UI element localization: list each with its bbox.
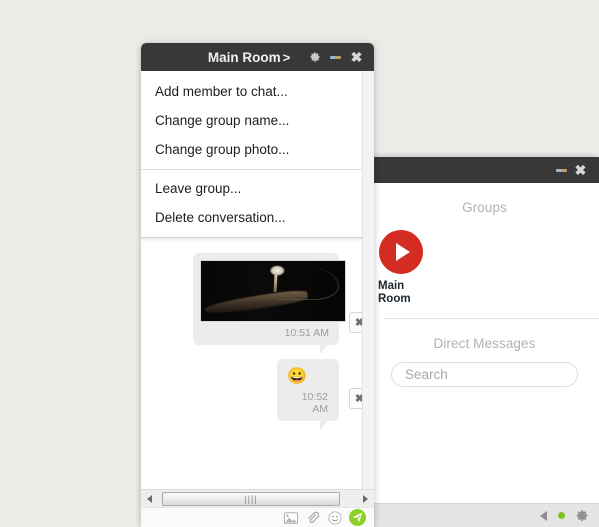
play-icon bbox=[379, 230, 423, 274]
horizontal-scrollbar[interactable]: |||| bbox=[141, 489, 374, 507]
chat-title[interactable]: Main Room > bbox=[141, 50, 305, 65]
scrollbar-track[interactable]: |||| bbox=[157, 491, 358, 507]
contacts-body: Groups Main Room Direct Messages bbox=[370, 183, 599, 527]
scroll-left-button[interactable] bbox=[142, 491, 157, 507]
chat-window: Main Room > ✖ 10:51 AM ✖ 😀 10:52 AM ✖ Ad… bbox=[141, 43, 374, 527]
chat-window-buttons: ✖ bbox=[305, 48, 374, 66]
close-button[interactable]: ✖ bbox=[347, 48, 366, 66]
minimize-icon bbox=[556, 168, 567, 172]
chat-titlebar[interactable]: Main Room > ✖ bbox=[141, 43, 374, 71]
emoji-grinning-icon: 😀 bbox=[287, 368, 307, 385]
group-context-menu: Add member to chat... Change group name.… bbox=[141, 71, 374, 238]
message-photo[interactable] bbox=[200, 260, 346, 322]
compose-toolbar bbox=[141, 507, 374, 527]
send-icon[interactable] bbox=[349, 509, 366, 526]
message-row: 😀 10:52 AM ✖ bbox=[141, 359, 374, 430]
status-dot-icon[interactable] bbox=[558, 512, 565, 519]
menu-item-add-member[interactable]: Add member to chat... bbox=[141, 77, 374, 106]
contacts-titlebar[interactable]: ✖ bbox=[370, 157, 599, 183]
search-input[interactable] bbox=[391, 362, 578, 387]
contacts-window: ✖ Groups Main Room Direct Messages bbox=[370, 157, 599, 527]
message-bubble-emoji[interactable]: 😀 10:52 AM bbox=[277, 359, 339, 430]
menu-item-change-group-photo[interactable]: Change group photo... bbox=[141, 135, 374, 164]
gear-icon[interactable] bbox=[576, 509, 589, 522]
minimize-icon bbox=[330, 55, 341, 59]
message-row: 10:51 AM ✖ bbox=[141, 253, 374, 354]
chat-title-text: Main Room bbox=[207, 49, 281, 65]
search-wrapper bbox=[370, 356, 599, 387]
close-button[interactable]: ✖ bbox=[571, 161, 590, 179]
direct-messages-heading: Direct Messages bbox=[433, 336, 536, 351]
group-item-main-room[interactable]: Main Room bbox=[377, 230, 433, 306]
paperclip-icon[interactable] bbox=[305, 510, 320, 525]
scrollbar-thumb[interactable]: |||| bbox=[162, 491, 340, 506]
message-bubble-image[interactable]: 10:51 AM bbox=[193, 253, 346, 354]
close-icon: ✖ bbox=[574, 162, 587, 178]
minimize-button[interactable] bbox=[552, 161, 571, 179]
speaker-icon[interactable] bbox=[540, 510, 547, 521]
scroll-right-button[interactable] bbox=[358, 491, 373, 507]
message-timestamp: 10:52 AM bbox=[301, 391, 328, 415]
message-timestamp: 10:51 AM bbox=[284, 327, 329, 339]
chevron-right-icon: > bbox=[282, 49, 291, 65]
menu-item-delete-conversation[interactable]: Delete conversation... bbox=[141, 203, 374, 232]
close-icon: ✖ bbox=[350, 49, 363, 65]
chevron-left-icon bbox=[147, 494, 152, 503]
group-item-label: Main Room bbox=[378, 280, 411, 305]
gear-icon bbox=[309, 51, 321, 63]
vertical-scrollbar[interactable] bbox=[362, 71, 374, 489]
emoji-icon[interactable] bbox=[327, 510, 342, 525]
menu-item-leave-group[interactable]: Leave group... bbox=[141, 174, 374, 203]
chevron-right-icon bbox=[363, 494, 368, 503]
menu-item-change-group-name[interactable]: Change group name... bbox=[141, 106, 374, 135]
image-icon[interactable] bbox=[283, 510, 298, 525]
groups-list: Main Room bbox=[370, 220, 599, 318]
statusbar bbox=[370, 503, 599, 527]
minimize-button[interactable] bbox=[326, 48, 345, 66]
menu-separator bbox=[141, 169, 374, 170]
settings-button[interactable] bbox=[305, 48, 324, 66]
groups-heading: Groups bbox=[462, 200, 507, 215]
scrollbar-grip-icon: |||| bbox=[244, 493, 258, 504]
